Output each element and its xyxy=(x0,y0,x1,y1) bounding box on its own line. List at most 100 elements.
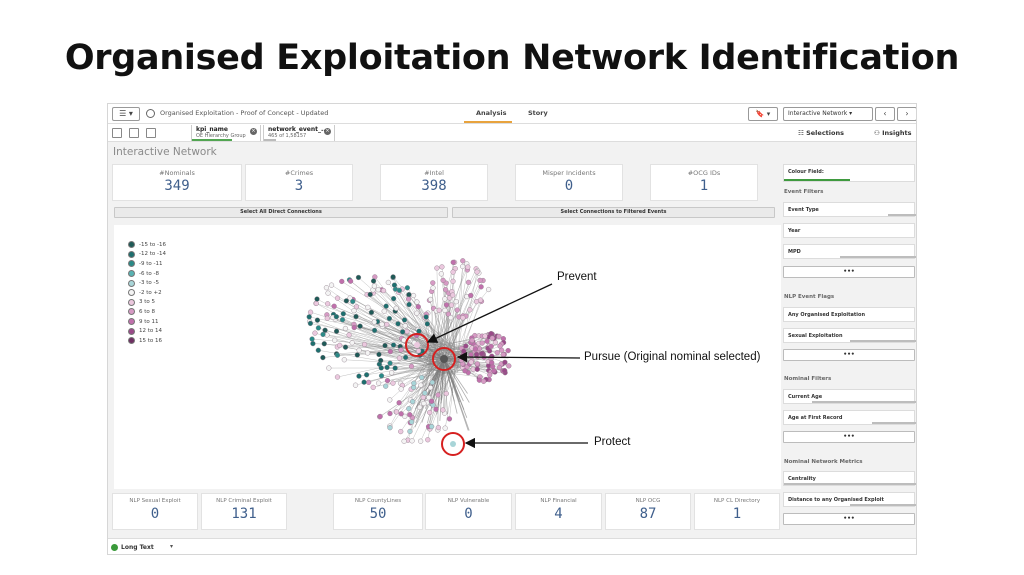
network-node[interactable] xyxy=(384,321,390,328)
network-node[interactable] xyxy=(484,338,490,344)
network-node[interactable] xyxy=(371,319,377,325)
network-node[interactable] xyxy=(440,407,446,413)
network-node[interactable] xyxy=(379,321,385,327)
more-event-filters-button[interactable]: ••• xyxy=(783,266,915,278)
network-node[interactable] xyxy=(387,410,393,417)
kpi-nominals[interactable]: #Nominals 349 xyxy=(112,164,242,201)
network-node[interactable] xyxy=(400,329,406,335)
network-node[interactable] xyxy=(468,292,474,299)
network-node[interactable] xyxy=(354,352,360,358)
network-node[interactable] xyxy=(376,351,382,358)
network-node[interactable] xyxy=(462,368,468,374)
network-node[interactable] xyxy=(333,328,340,334)
network-node[interactable] xyxy=(343,298,349,304)
network-node[interactable] xyxy=(442,425,448,431)
network-node[interactable] xyxy=(396,287,403,293)
network-node[interactable] xyxy=(390,342,397,348)
network-node[interactable] xyxy=(448,315,454,321)
network-node[interactable] xyxy=(438,271,444,277)
network-node[interactable] xyxy=(398,411,404,417)
network-node[interactable] xyxy=(383,303,389,309)
network-node[interactable] xyxy=(407,412,413,418)
network-node[interactable] xyxy=(429,423,435,430)
kpi-nlp-countylines[interactable]: NLP CountyLines 50 xyxy=(333,493,423,530)
network-node[interactable] xyxy=(315,347,321,353)
network-node[interactable] xyxy=(473,351,480,358)
network-node[interactable] xyxy=(406,301,412,308)
kpi-nlp-sexual-exploit[interactable]: NLP Sexual Exploit 0 xyxy=(112,493,198,530)
network-node[interactable] xyxy=(474,269,480,275)
network-node[interactable] xyxy=(321,341,327,347)
network-node[interactable] xyxy=(370,384,376,390)
filter-any-organised-exploitation[interactable]: Any Organised Exploitation xyxy=(783,307,915,322)
network-node[interactable] xyxy=(419,374,425,381)
selection-chip-network-event[interactable]: network_event_... 465 of 1,58157 × xyxy=(263,125,335,141)
network-node[interactable] xyxy=(393,305,399,311)
network-node[interactable] xyxy=(450,269,456,275)
network-node[interactable] xyxy=(383,383,389,389)
network-node[interactable] xyxy=(407,428,413,435)
network-node[interactable] xyxy=(502,368,508,374)
tab-analysis[interactable]: Analysis xyxy=(476,109,506,117)
network-node[interactable] xyxy=(396,400,402,406)
network-node[interactable] xyxy=(427,296,434,303)
network-node[interactable] xyxy=(474,366,480,372)
network-node[interactable] xyxy=(496,333,502,340)
network-node[interactable] xyxy=(324,315,330,321)
network-node[interactable] xyxy=(384,378,391,384)
network-node[interactable] xyxy=(384,364,390,371)
kpi-intel[interactable]: #Intel 398 xyxy=(380,164,488,201)
network-node[interactable] xyxy=(387,360,393,366)
network-node[interactable] xyxy=(450,278,456,284)
network-node[interactable] xyxy=(337,342,343,348)
network-node[interactable] xyxy=(489,360,495,366)
network-node[interactable] xyxy=(506,363,512,369)
network-node[interactable] xyxy=(404,285,410,291)
network-node[interactable] xyxy=(453,299,459,305)
network-node[interactable] xyxy=(395,321,401,327)
network-node[interactable] xyxy=(460,258,466,264)
network-node[interactable] xyxy=(477,297,484,303)
long-text-selector[interactable]: Long Text xyxy=(121,544,154,551)
network-node[interactable] xyxy=(479,340,485,346)
network-node[interactable] xyxy=(434,265,440,271)
network-node[interactable] xyxy=(339,317,346,323)
network-node[interactable] xyxy=(307,320,314,327)
network-node[interactable] xyxy=(402,323,408,329)
network-node[interactable] xyxy=(450,292,456,298)
select-filtered-connections-button[interactable]: Select Connections to Filtered Events xyxy=(452,207,775,218)
network-node[interactable] xyxy=(323,285,330,291)
network-node[interactable] xyxy=(472,346,478,352)
network-node[interactable] xyxy=(410,399,416,405)
network-node[interactable] xyxy=(378,357,384,364)
network-node[interactable] xyxy=(340,311,346,317)
network-node[interactable] xyxy=(502,359,508,365)
network-node[interactable] xyxy=(351,325,357,331)
selections-button[interactable]: ☷ Selections xyxy=(798,129,844,137)
network-node[interactable] xyxy=(477,277,483,283)
network-node[interactable] xyxy=(332,337,338,343)
network-node[interactable] xyxy=(448,302,455,308)
network-node[interactable] xyxy=(331,303,337,309)
network-node[interactable] xyxy=(469,337,475,343)
next-sheet-button[interactable]: › xyxy=(897,107,916,121)
network-node[interactable] xyxy=(333,314,339,320)
network-node[interactable] xyxy=(486,286,492,293)
network-node[interactable] xyxy=(463,343,469,349)
network-node[interactable] xyxy=(424,321,430,327)
kpi-misper-incidents[interactable]: Misper Incidents 0 xyxy=(515,164,623,201)
filter-current-age[interactable]: Current Age xyxy=(783,389,916,404)
network-node[interactable] xyxy=(433,406,439,412)
network-node[interactable] xyxy=(491,368,497,374)
network-node[interactable] xyxy=(479,351,485,357)
network-node[interactable] xyxy=(406,406,412,412)
network-node[interactable] xyxy=(376,380,382,386)
protect-node[interactable] xyxy=(450,441,456,447)
network-node[interactable] xyxy=(391,282,398,288)
previous-sheet-button[interactable]: ‹ xyxy=(875,107,895,121)
selection-tool-icon[interactable] xyxy=(129,128,139,138)
network-node[interactable] xyxy=(381,308,387,314)
network-node[interactable] xyxy=(440,277,446,283)
network-node[interactable] xyxy=(406,292,412,298)
network-node[interactable] xyxy=(450,259,456,265)
